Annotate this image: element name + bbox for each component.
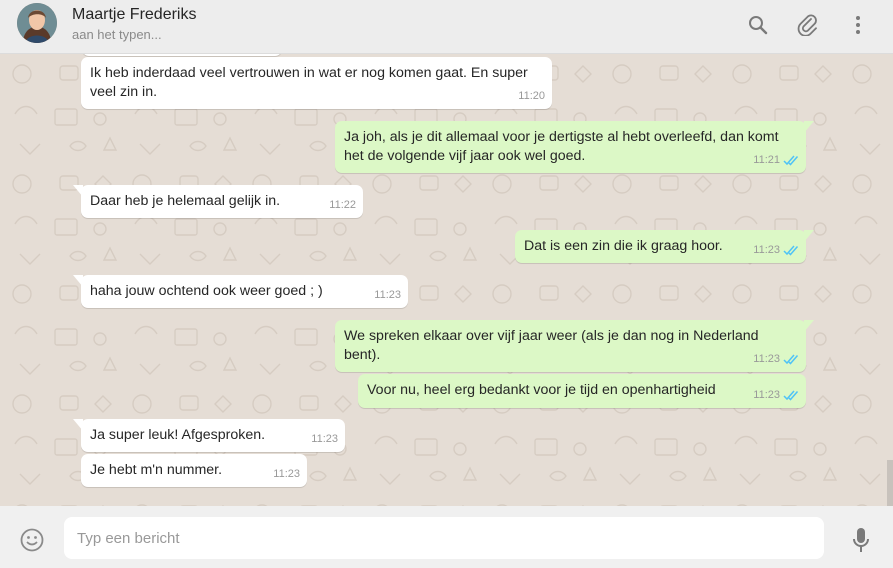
message-outgoing[interactable]: Ja joh, als je dit allemaal voor je dert…	[335, 121, 814, 173]
message-meta: 11:23	[753, 350, 799, 369]
read-ticks-icon	[783, 245, 799, 256]
contact-avatar[interactable]	[17, 3, 57, 43]
message-input[interactable]	[64, 517, 824, 559]
message-outgoing[interactable]: Voor nu, heel erg bedankt voor je tijd e…	[358, 374, 806, 408]
message-list[interactable]: Ik heb inderdaad veel vertrouwen in wat …	[0, 54, 893, 506]
message-incoming[interactable]: haha jouw ochtend ook weer goed ; ) 11:2…	[73, 275, 408, 308]
message-text: Ja super leuk! Afgesproken.	[90, 427, 266, 443]
emoji-icon[interactable]	[19, 527, 45, 553]
read-ticks-icon	[783, 390, 799, 401]
message-meta: 11:22	[329, 196, 356, 215]
attach-icon[interactable]	[795, 12, 821, 38]
message-incoming[interactable]: Ja super leuk! Afgesproken. 11:23	[73, 419, 345, 452]
typing-status: aan het typen...	[72, 27, 162, 42]
message-time: 11:23	[753, 389, 780, 401]
message-text: veel zin in.	[90, 84, 158, 100]
message-time: 11:23	[753, 244, 780, 256]
message-bubble-partial	[82, 54, 282, 56]
message-incoming[interactable]: Daar heb je helemaal gelijk in. 11:22	[73, 185, 363, 218]
message-text: Daar heb je helemaal gelijk in.	[90, 193, 281, 209]
message-outgoing[interactable]: We spreken elkaar over vijf jaar weer (a…	[335, 320, 814, 372]
message-meta: 11:23	[753, 241, 799, 260]
menu-icon[interactable]	[845, 12, 871, 38]
read-ticks-icon	[783, 354, 799, 365]
message-meta: 11:23	[753, 386, 799, 405]
message-meta: 11:20	[518, 87, 545, 106]
message-incoming[interactable]: Je hebt m'n nummer. 11:23	[81, 454, 307, 487]
message-meta: 11:21	[753, 151, 799, 170]
message-time: 11:23	[753, 353, 780, 365]
message-meta: 11:23	[273, 465, 300, 484]
message-time: 11:22	[329, 199, 356, 211]
message-text: Ik heb inderdaad veel vertrouwen in wat …	[90, 65, 528, 81]
chat-header: Maartje Frederiks aan het typen...	[0, 0, 893, 54]
read-ticks-icon	[783, 155, 799, 166]
contact-name[interactable]: Maartje Frederiks	[72, 6, 196, 24]
message-incoming[interactable]: Ik heb inderdaad veel vertrouwen in wat …	[81, 57, 552, 109]
message-text: Je hebt m'n nummer.	[90, 462, 223, 478]
message-time: 11:23	[273, 468, 300, 480]
message-text: Voor nu, heel erg bedankt voor je tijd e…	[367, 382, 716, 398]
message-outgoing[interactable]: Dat is een zin die ik graag hoor. 11:23	[515, 230, 814, 263]
message-time: 11:21	[753, 154, 780, 166]
message-meta: 11:23	[374, 286, 401, 305]
scrollbar-thumb[interactable]	[887, 460, 893, 506]
search-icon[interactable]	[745, 12, 771, 38]
message-meta: 11:23	[311, 430, 338, 449]
message-time: 11:20	[518, 90, 545, 102]
message-text: het de volgende vijf jaar ook wel goed.	[344, 148, 586, 164]
message-text: haha jouw ochtend ook weer goed ; )	[90, 283, 323, 299]
microphone-icon[interactable]	[850, 526, 872, 554]
message-time: 11:23	[374, 289, 401, 301]
message-time: 11:23	[311, 433, 338, 445]
message-text: Ja joh, als je dit allemaal voor je dert…	[344, 129, 779, 145]
message-text: We spreken elkaar over vijf jaar weer (a…	[344, 328, 759, 363]
